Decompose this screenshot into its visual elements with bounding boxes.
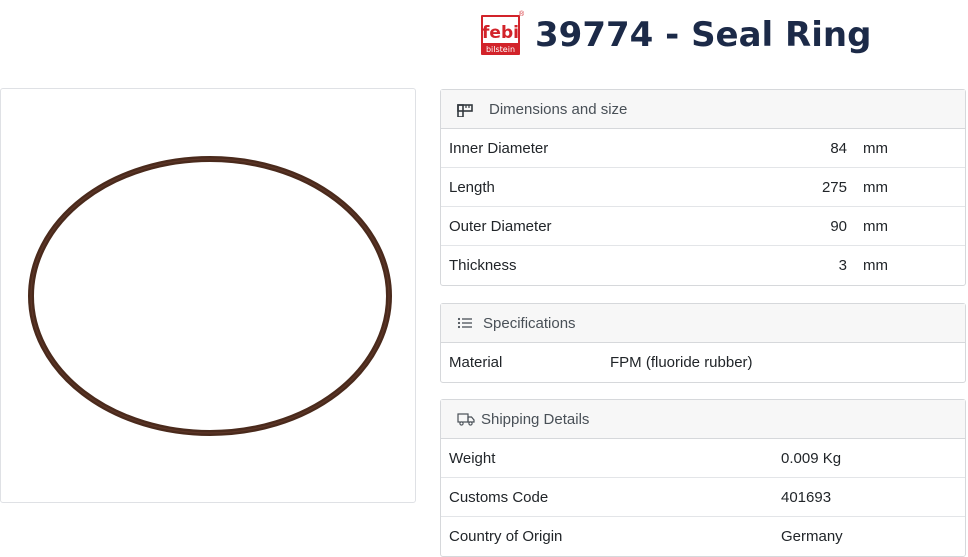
table-row: Weight 0.009 Kg <box>441 439 965 478</box>
shipping-title: Shipping Details <box>481 410 590 428</box>
table-row: Country of Origin Germany <box>441 517 965 556</box>
row-value: FPM (fluoride rubber) <box>610 354 753 371</box>
table-row: Outer Diameter 90 mm <box>441 207 965 246</box>
row-unit: mm <box>863 178 888 196</box>
dimensions-header: Dimensions and size <box>441 90 965 129</box>
row-label: Thickness <box>449 257 517 274</box>
logo-subtext: bilstein <box>486 45 515 54</box>
dimensions-title: Dimensions and size <box>489 100 628 118</box>
row-label: Country of Origin <box>449 528 563 545</box>
row-label: Weight <box>449 449 496 467</box>
row-label: Inner Diameter <box>449 139 549 157</box>
row-unit: mm <box>863 139 888 157</box>
seal-ring-image <box>28 156 392 436</box>
dimensions-panel: Dimensions and size Inner Diameter 84 mm… <box>440 89 966 286</box>
row-value: 90 <box>830 217 847 235</box>
row-value: Germany <box>781 528 843 545</box>
row-value: 84 <box>830 139 847 157</box>
febi-logo: febi bilstein ® <box>480 11 525 56</box>
row-unit: mm <box>863 257 888 274</box>
truck-icon <box>457 411 475 427</box>
row-value: 3 <box>838 257 847 274</box>
table-row: Material FPM (fluoride rubber) <box>441 343 965 382</box>
page-title: 39774 - Seal Ring <box>535 15 872 55</box>
row-value: 401693 <box>781 488 832 506</box>
row-unit: mm <box>863 217 888 235</box>
table-row: Thickness 3 mm <box>441 246 965 285</box>
ruler-icon <box>457 101 475 117</box>
specifications-title: Specifications <box>483 314 576 332</box>
logo-text: febi <box>482 23 519 43</box>
specifications-header: Specifications <box>441 304 965 343</box>
product-header: febi bilstein ® 39774 - Seal Ring <box>480 11 872 56</box>
row-label: Outer Diameter <box>449 217 552 235</box>
row-value: 275 <box>821 178 847 196</box>
row-value: 0.009 Kg <box>781 449 842 467</box>
table-row: Inner Diameter 84 mm <box>441 129 965 168</box>
row-label: Material <box>449 354 503 371</box>
list-icon <box>457 315 475 331</box>
row-label: Customs Code <box>449 488 549 506</box>
row-label: Length <box>449 178 495 196</box>
shipping-header: Shipping Details <box>441 400 965 439</box>
registered-mark: ® <box>519 11 525 18</box>
specifications-panel: Specifications Material FPM (fluoride ru… <box>440 303 966 383</box>
shipping-panel: Shipping Details Weight 0.009 Kg Customs… <box>440 399 966 557</box>
table-row: Length 275 mm <box>441 168 965 207</box>
table-row: Customs Code 401693 <box>441 478 965 517</box>
product-image[interactable] <box>0 88 416 503</box>
